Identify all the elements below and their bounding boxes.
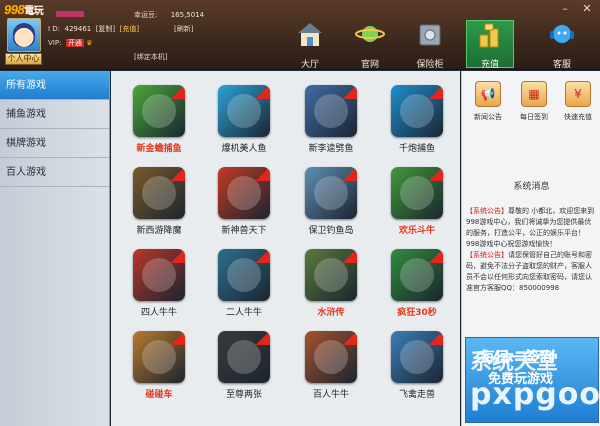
user-id-value: 429461 (64, 25, 92, 33)
logo-text: 電玩 (24, 6, 44, 17)
hot-corner-badge (256, 249, 270, 263)
game-thumbnail-icon (218, 85, 270, 137)
game-thumbnail-icon (133, 85, 185, 137)
quick-recharge[interactable]: ¥ 快速充值 (556, 81, 600, 122)
hot-corner-badge (171, 249, 185, 263)
game-thumbnail-icon (391, 85, 443, 137)
hot-corner-badge (429, 85, 443, 99)
game-thumbnail-icon (218, 331, 270, 383)
game-thumbnail-icon (391, 331, 443, 383)
coins-icon (479, 23, 499, 48)
safe-icon (419, 24, 441, 46)
quick-news[interactable]: 📢 新闻公告 (466, 81, 510, 122)
category-sidebar: 所有游戏 捕鱼游戏 棋牌游戏 百人游戏 (0, 71, 110, 426)
hot-corner-badge (171, 331, 185, 345)
hot-corner-badge (256, 167, 270, 181)
balance-row: 幸运豆: 165,5014 (134, 11, 205, 19)
vip-open-button[interactable]: 开通 (65, 39, 84, 47)
hot-corner-badge (343, 249, 357, 263)
recharge-link[interactable]: [充值] (120, 25, 139, 33)
header-bar: 998電玩 – ✕ 个人中心 I D: 429461 [复制] [充值] VIP… (0, 0, 600, 70)
sidebar-item-hundred-player-games[interactable]: 百人游戏 (0, 158, 109, 187)
nav-recharge[interactable]: 充值 (466, 20, 514, 70)
game-name: 碰碰车 (145, 390, 173, 400)
user-name-redacted (56, 11, 84, 17)
game-name: 百人牛牛 (312, 390, 349, 400)
avatar-face-icon (13, 23, 35, 47)
vip-crown-icon: ♛ (86, 39, 93, 47)
sidebar-item-all-games[interactable]: 所有游戏 (0, 71, 109, 100)
headset-icon (550, 25, 574, 43)
game-tile[interactable]: 新金蟾捕鱼 (123, 71, 195, 154)
minimize-button[interactable]: – (556, 2, 574, 16)
system-messages-title: 系统消息 (513, 182, 550, 192)
hot-corner-badge (343, 85, 357, 99)
game-name: 至尊两张 (225, 390, 262, 400)
system-messages-body: 【系统公告】尊敬的 小都北，欢迎您来到998游戏中心，我们将诚挚为您提供最优的服… (466, 207, 595, 292)
game-tile[interactable]: 爆机美人鱼 (208, 71, 280, 154)
nav-lobby[interactable]: 大厅 (286, 20, 334, 70)
close-button[interactable]: ✕ (578, 2, 596, 16)
game-thumbnail-icon (133, 331, 185, 383)
hot-corner-badge (256, 85, 270, 99)
game-tile[interactable]: 水浒传 (295, 235, 367, 318)
logo-number: 998 (4, 2, 25, 17)
game-tile[interactable]: 疯狂30秒 (381, 235, 453, 318)
nav-official-site[interactable]: 官网 (346, 20, 394, 70)
hot-corner-badge (343, 167, 357, 181)
site-watermark: 系统天堂 pxpgoo (470, 350, 600, 412)
moneybag-icon: ¥ (565, 81, 591, 107)
game-thumbnail-icon (305, 331, 357, 383)
game-tile[interactable]: 百人牛牛 (295, 317, 367, 400)
game-grid: 新金蟾捕鱼 爆机美人鱼 新李逵劈鱼 千炮捕鱼新西游降魔 新神兽天下 保卫钓鱼岛 欢乐斗牛四人… (111, 71, 460, 426)
hot-corner-badge (429, 249, 443, 263)
sidebar-item-card-games[interactable]: 棋牌游戏 (0, 129, 109, 158)
refresh-link[interactable]: [刷新] (174, 24, 193, 34)
sidebar-item-fishing-games[interactable]: 捕鱼游戏 (0, 100, 109, 129)
hot-corner-badge (429, 167, 443, 181)
game-tile[interactable]: 保卫钓鱼岛 (295, 153, 367, 236)
game-thumbnail-icon (391, 167, 443, 219)
user-id-row: I D: 429461 [复制] [充值] (48, 25, 140, 33)
game-thumbnail-icon (305, 249, 357, 301)
bind-device-button[interactable]: [绑定本机] (134, 52, 167, 62)
game-thumbnail-icon (391, 249, 443, 301)
game-tile[interactable]: 新神兽天下 (208, 153, 280, 236)
quick-daily-checkin[interactable]: ▦ 每日签到 (512, 81, 556, 122)
hot-corner-badge (171, 85, 185, 99)
planet-icon (355, 26, 385, 42)
game-tile[interactable]: 碰碰车 (123, 317, 195, 400)
hot-corner-badge (171, 167, 185, 181)
copy-link[interactable]: [复制] (96, 25, 115, 33)
game-thumbnail-icon (133, 249, 185, 301)
avatar[interactable] (7, 18, 41, 52)
game-thumbnail-icon (218, 249, 270, 301)
game-tile[interactable]: 飞禽走兽 (381, 317, 453, 400)
game-thumbnail-icon (133, 167, 185, 219)
vip-row: VIP: 开通 ♛ (48, 39, 93, 47)
hot-corner-badge (256, 331, 270, 345)
game-tile[interactable]: 至尊两张 (208, 317, 280, 400)
hot-corner-badge (343, 331, 357, 345)
game-tile[interactable]: 新李逵劈鱼 (295, 71, 367, 154)
house-icon (298, 23, 322, 46)
user-center-button[interactable]: 个人中心 (5, 53, 42, 65)
nav-customer-service[interactable]: 客服 (538, 20, 586, 70)
game-name: 飞禽走兽 (398, 390, 435, 400)
calendar-icon: ▦ (521, 81, 547, 107)
game-tile[interactable]: 千炮捕鱼 (381, 71, 453, 154)
game-thumbnail-icon (305, 167, 357, 219)
game-tile[interactable]: 二人牛牛 (208, 235, 280, 318)
game-thumbnail-icon (305, 85, 357, 137)
megaphone-icon: 📢 (475, 81, 501, 107)
game-thumbnail-icon (218, 167, 270, 219)
game-tile[interactable]: 四人牛牛 (123, 235, 195, 318)
hot-corner-badge (429, 331, 443, 345)
game-tile[interactable]: 欢乐斗牛 (381, 153, 453, 236)
balance-value: 165,5014 (170, 11, 205, 19)
game-tile[interactable]: 新西游降魔 (123, 153, 195, 236)
nav-safe[interactable]: 保险柜 (406, 20, 454, 70)
